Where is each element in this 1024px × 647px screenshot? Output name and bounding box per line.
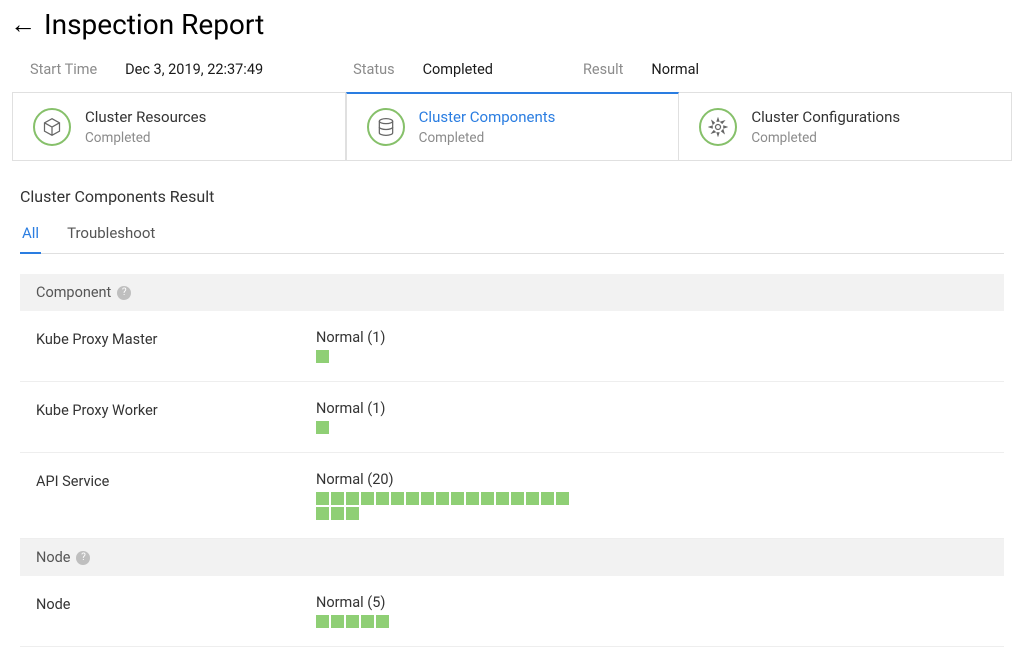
table-row: NodeNormal (5): [20, 576, 1004, 647]
start-time-label: Start Time: [30, 61, 97, 78]
status-block: [376, 492, 389, 505]
row-name: Kube Proxy Worker: [36, 400, 316, 419]
info-icon[interactable]: ?: [76, 551, 90, 565]
tab-title: Cluster Components: [419, 108, 556, 126]
info-icon[interactable]: ?: [117, 286, 131, 300]
status-blocks: [316, 350, 576, 363]
status-label: Status: [353, 61, 394, 78]
status-block: [316, 350, 329, 363]
gear-icon: [699, 108, 737, 146]
group-header: Component?: [20, 274, 1004, 311]
status-block: [406, 492, 419, 505]
tab-subtitle: Completed: [419, 130, 556, 146]
row-name: Node: [36, 594, 316, 613]
tab-cluster-configurations[interactable]: Cluster Configurations Completed: [679, 93, 1011, 160]
status-blocks: [316, 615, 576, 628]
row-status: Normal (1): [316, 329, 988, 346]
status-block: [541, 492, 554, 505]
status-block: [496, 492, 509, 505]
group-label: Node: [36, 549, 70, 566]
status-block: [316, 421, 329, 434]
cube-icon: [33, 108, 71, 146]
row-name: Kube Proxy Master: [36, 329, 316, 348]
result-label: Result: [583, 61, 623, 78]
database-icon: [367, 108, 405, 146]
tab-title: Cluster Configurations: [751, 108, 900, 126]
status-block: [331, 615, 344, 628]
result-value: Normal: [651, 61, 699, 78]
status-blocks: [316, 492, 576, 520]
row-status: Normal (20): [316, 471, 988, 488]
table-row: Kube Proxy MasterNormal (1): [20, 311, 1004, 382]
section-title: Cluster Components Result: [20, 187, 1004, 206]
status-block: [331, 507, 344, 520]
group-label: Component: [36, 284, 111, 301]
result-subtabs: All Troubleshoot: [20, 224, 1004, 254]
status-value: Completed: [423, 61, 493, 78]
subtab-troubleshoot[interactable]: Troubleshoot: [65, 224, 157, 253]
status-block: [451, 492, 464, 505]
row-name: API Service: [36, 471, 316, 490]
group-header: Node?: [20, 539, 1004, 576]
category-tabs: Cluster Resources Completed Cluster Comp…: [12, 92, 1012, 161]
row-status: Normal (1): [316, 400, 988, 417]
tab-title: Cluster Resources: [85, 108, 206, 126]
status-block: [481, 492, 494, 505]
start-time-value: Dec 3, 2019, 22:37:49: [125, 61, 263, 78]
tab-subtitle: Completed: [85, 130, 206, 146]
tab-subtitle: Completed: [751, 130, 900, 146]
status-blocks: [316, 421, 576, 434]
status-block: [316, 507, 329, 520]
status-block: [391, 492, 404, 505]
status-block: [346, 492, 359, 505]
status-block: [316, 615, 329, 628]
status-block: [511, 492, 524, 505]
meta-row: Start Time Dec 3, 2019, 22:37:49 Status …: [0, 57, 1024, 92]
status-block: [361, 615, 374, 628]
status-block: [421, 492, 434, 505]
status-block: [466, 492, 479, 505]
status-block: [331, 492, 344, 505]
status-block: [556, 492, 569, 505]
status-block: [346, 507, 359, 520]
tab-cluster-components[interactable]: Cluster Components Completed: [346, 92, 680, 160]
subtab-all[interactable]: All: [20, 224, 41, 254]
status-block: [376, 615, 389, 628]
status-block: [346, 615, 359, 628]
back-arrow-icon[interactable]: ←: [10, 9, 36, 40]
table-row: Kube Proxy WorkerNormal (1): [20, 382, 1004, 453]
status-block: [316, 492, 329, 505]
row-status: Normal (5): [316, 594, 988, 611]
status-block: [361, 492, 374, 505]
status-block: [526, 492, 539, 505]
table-row: API ServiceNormal (20): [20, 453, 1004, 539]
tab-cluster-resources[interactable]: Cluster Resources Completed: [13, 93, 346, 160]
status-block: [436, 492, 449, 505]
results-table: Component?Kube Proxy MasterNormal (1)Kub…: [20, 274, 1004, 647]
page-title: Inspection Report: [44, 8, 264, 41]
